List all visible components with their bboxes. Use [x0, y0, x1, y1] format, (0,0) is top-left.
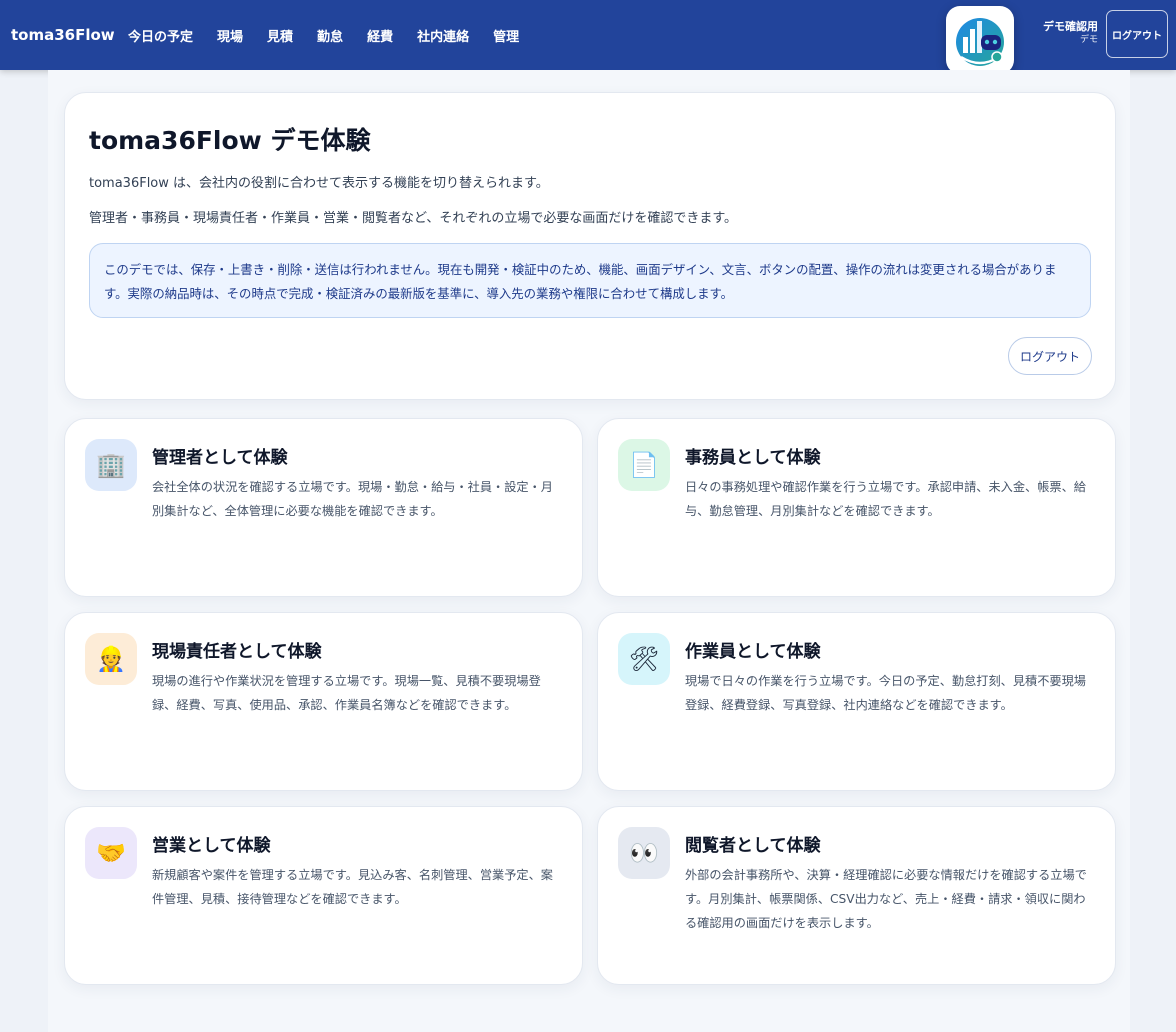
intro-card: toma36Flow デモ体験 toma36Flow は、会社内の役割に合わせて… [64, 92, 1116, 400]
role-title: 営業として体験 [152, 836, 271, 856]
top-navbar: toma36Flow 今日の予定 現場 見積 勤怠 経費 社内連絡 管理 デモ確… [0, 0, 1176, 74]
role-description: 日々の事務処理や確認作業を行う立場です。承認申請、未入金、帳票、給与、勤怠管理、… [685, 480, 1086, 518]
nav-item-sites[interactable]: 現場 [205, 0, 255, 70]
role-card-admin[interactable]: 🏢 管理者として体験 会社全体の状況を確認する立場です。現場・勤怠・給与・社員・… [64, 418, 583, 597]
role-title: 閲覧者として体験 [685, 836, 821, 856]
app-logo[interactable] [946, 6, 1014, 74]
nav-item-attendance[interactable]: 勤怠 [305, 0, 355, 70]
nav-item-admin[interactable]: 管理 [481, 0, 531, 70]
demo-notice: このデモでは、保存・上書き・削除・送信は行われません。現在も開発・検証中のため、… [89, 243, 1091, 318]
nav-item-expenses[interactable]: 経費 [355, 0, 405, 70]
user-name: デモ確認用 [1043, 20, 1098, 33]
header-logout-button[interactable]: ログアウト [1106, 10, 1168, 58]
role-description: 現場の進行や作業状況を管理する立場です。現場一覧、見積不要現場登録、経費、写真、… [152, 674, 541, 712]
robot-chart-logo-icon [956, 18, 1004, 66]
tools-icon: 🛠 [618, 633, 670, 685]
role-title: 現場責任者として体験 [152, 642, 322, 662]
office-building-icon: 🏢 [85, 439, 137, 491]
role-card-worker[interactable]: 🛠 作業員として体験 現場で日々の作業を行う立場です。今日の予定、勤怠打刻、見積… [597, 612, 1116, 791]
user-role: デモ [1079, 35, 1098, 45]
current-user: デモ確認用 デモ [1043, 20, 1098, 46]
role-card-site-manager[interactable]: 👷 現場責任者として体験 現場の進行や作業状況を管理する立場です。現場一覧、見積… [64, 612, 583, 791]
nav-item-estimates[interactable]: 見積 [255, 0, 305, 70]
logout-button[interactable]: ログアウト [1008, 337, 1092, 375]
page-title: toma36Flow デモ体験 [89, 126, 371, 155]
role-title: 事務員として体験 [685, 448, 821, 468]
role-card-sales[interactable]: 🤝 営業として体験 新規顧客や案件を管理する立場です。見込み客、名刺管理、営業予… [64, 806, 583, 985]
intro-description: toma36Flow は、会社内の役割に合わせて表示する機能を切り替えられます。 [89, 176, 549, 191]
role-description: 新規顧客や案件を管理する立場です。見込み客、名刺管理、営業予定、案件管理、見積、… [152, 868, 553, 906]
intro-roles-description: 管理者・事務員・現場責任者・作業員・営業・閲覧者など、それぞれの立場で必要な画面… [89, 211, 738, 226]
construction-worker-icon: 👷 [85, 633, 137, 685]
role-card-viewer[interactable]: 👀 閲覧者として体験 外部の会計事務所や、決算・経理確認に必要な情報だけを確認す… [597, 806, 1116, 985]
nav-item-today[interactable]: 今日の予定 [116, 0, 205, 70]
role-description: 現場で日々の作業を行う立場です。今日の予定、勤怠打刻、見積不要現場登録、経費登録… [685, 674, 1086, 712]
role-title: 管理者として体験 [152, 448, 288, 468]
eyes-icon: 👀 [618, 827, 670, 879]
nav-item-internal-messages[interactable]: 社内連絡 [405, 0, 481, 70]
main-nav: 今日の予定 現場 見積 勤怠 経費 社内連絡 管理 [116, 0, 531, 70]
role-description: 会社全体の状況を確認する立場です。現場・勤怠・給与・社員・設定・月別集計など、全… [152, 480, 553, 518]
document-icon: 📄 [618, 439, 670, 491]
brand-logo-text[interactable]: toma36Flow [11, 0, 115, 70]
role-card-office-clerk[interactable]: 📄 事務員として体験 日々の事務処理や確認作業を行う立場です。承認申請、未入金、… [597, 418, 1116, 597]
role-title: 作業員として体験 [685, 642, 821, 662]
role-description: 外部の会計事務所や、決算・経理確認に必要な情報だけを確認する立場です。月別集計、… [685, 868, 1087, 930]
handshake-icon: 🤝 [85, 827, 137, 879]
